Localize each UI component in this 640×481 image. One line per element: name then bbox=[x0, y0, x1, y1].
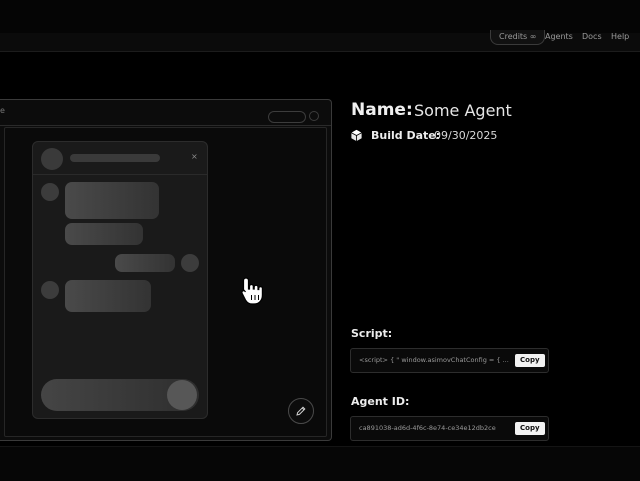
script-label: Script: bbox=[351, 327, 393, 340]
cube-icon bbox=[351, 129, 362, 142]
mockup-address-bar: e bbox=[0, 100, 331, 126]
avatar bbox=[41, 148, 63, 170]
chat-widget-preview: × bbox=[32, 141, 208, 419]
copy-script-button[interactable]: Copy bbox=[515, 354, 545, 367]
pencil-icon bbox=[296, 406, 306, 416]
mockup-pill bbox=[268, 111, 306, 123]
mockup-dot bbox=[309, 111, 319, 121]
avatar bbox=[41, 183, 59, 201]
nav-docs-link[interactable]: Docs bbox=[582, 30, 602, 44]
bottom-band bbox=[0, 446, 640, 481]
nav-agents-link[interactable]: Agents bbox=[545, 30, 573, 44]
agent-name-placeholder bbox=[70, 154, 160, 162]
chat-widget-header: × bbox=[33, 142, 207, 175]
agent-id-value: ca891038-ad6d-4f6c-8e74-ce34e12db2ce bbox=[359, 424, 496, 432]
nav-help-link[interactable]: Help bbox=[611, 30, 635, 44]
build-date-value: 09/30/2025 bbox=[434, 129, 498, 142]
agent-id-field[interactable]: ca891038-ad6d-4f6c-8e74-ce34e12db2ce Cop… bbox=[350, 416, 549, 441]
close-icon[interactable]: × bbox=[191, 152, 198, 161]
avatar bbox=[181, 254, 199, 272]
chat-bubble bbox=[65, 223, 143, 245]
avatar bbox=[41, 281, 59, 299]
agent-id-label: Agent ID: bbox=[351, 395, 410, 408]
agent-name-label: Name: bbox=[351, 100, 413, 120]
send-button[interactable] bbox=[167, 380, 197, 410]
build-date-label: Build Date: bbox=[371, 129, 441, 142]
copy-agent-id-button[interactable]: Copy bbox=[515, 422, 545, 435]
top-band bbox=[0, 0, 640, 33]
credits-button[interactable]: Credits ∞ bbox=[490, 30, 546, 45]
script-value: <script> { " window.asimovChatConfig = {… bbox=[359, 356, 509, 364]
agent-name-value: Some Agent bbox=[414, 101, 512, 120]
chat-bubble bbox=[65, 182, 159, 219]
mockup-title: e bbox=[0, 106, 5, 115]
script-field[interactable]: <script> { " window.asimovChatConfig = {… bbox=[350, 348, 549, 373]
chat-bubble bbox=[65, 280, 151, 312]
chat-bubble-user bbox=[115, 254, 175, 272]
edit-button[interactable] bbox=[288, 398, 314, 424]
hand-cursor-icon bbox=[241, 277, 263, 305]
